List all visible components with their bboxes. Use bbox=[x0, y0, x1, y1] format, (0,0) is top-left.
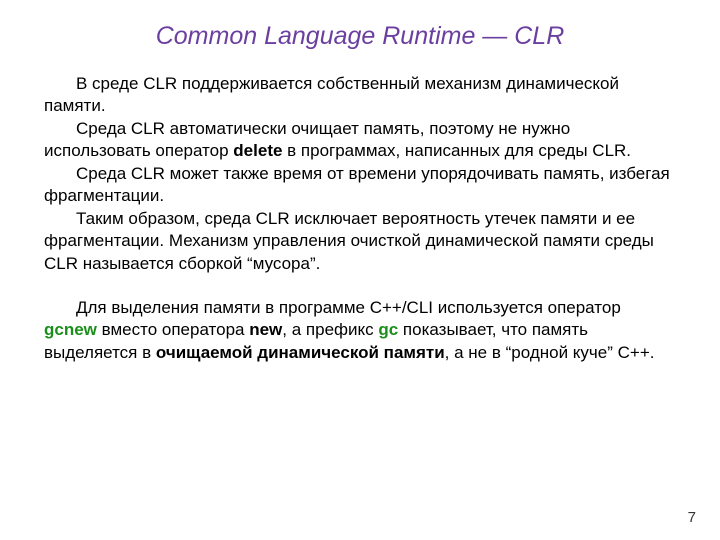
kw-gc: gc bbox=[378, 320, 398, 339]
para-4: Таким образом, среда CLR исключает вероя… bbox=[44, 208, 676, 275]
para-5b: вместо оператора bbox=[97, 320, 249, 339]
slide-title: Common Language Runtime — CLR bbox=[44, 22, 676, 51]
para-3: Среда CLR может также время от времени у… bbox=[44, 163, 676, 208]
para-5: Для выделения памяти в программе С++/CLI… bbox=[44, 297, 676, 364]
para-5c: , а префикс bbox=[282, 320, 378, 339]
para-2: Среда CLR автоматически очищает память, … bbox=[44, 118, 676, 163]
para-5a: Для выделения памяти в программе С++/CLI… bbox=[76, 298, 621, 317]
para-5e: , а не в “родной куче” С++. bbox=[445, 343, 655, 362]
kw-clean-heap: очищаемой динамической памяти bbox=[156, 343, 445, 362]
slide-body: В среде CLR поддерживается собственный м… bbox=[44, 73, 676, 364]
para-2b: в программах, написанных для среды CLR. bbox=[282, 141, 631, 160]
kw-delete: delete bbox=[233, 141, 282, 160]
kw-gcnew: gcnew bbox=[44, 320, 97, 339]
slide: Common Language Runtime — CLR В среде CL… bbox=[0, 0, 720, 364]
kw-new: new bbox=[249, 320, 282, 339]
page-number: 7 bbox=[688, 509, 696, 526]
para-1: В среде CLR поддерживается собственный м… bbox=[44, 73, 676, 118]
